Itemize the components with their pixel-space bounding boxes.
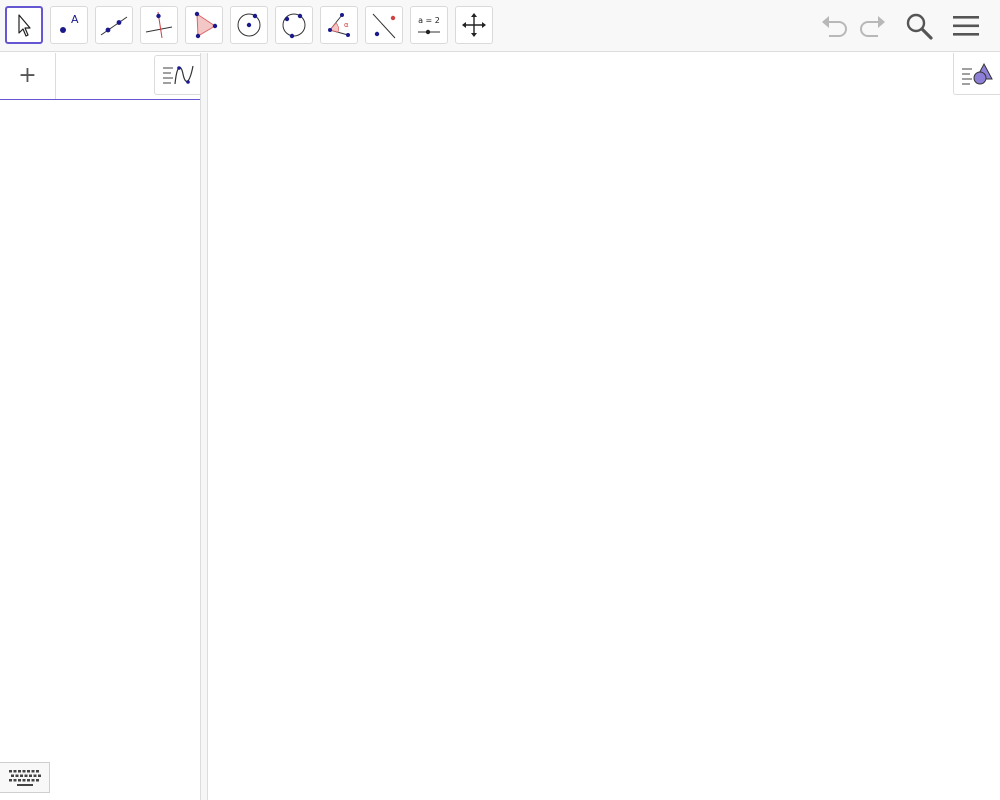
polygon-icon xyxy=(194,11,218,39)
circle-with-center-icon xyxy=(237,13,261,37)
perpendicular-line-tool-button[interactable] xyxy=(140,6,178,44)
plus-icon: + xyxy=(18,63,37,88)
reflect-about-line-tool-button[interactable] xyxy=(365,6,403,44)
reflect-about-line-icon xyxy=(372,13,396,39)
circle-center-point-tool-button[interactable] xyxy=(230,6,268,44)
point-tool-button[interactable]: A xyxy=(50,6,88,44)
slider-tool-label: a = 2 xyxy=(418,16,440,25)
angle-icon: α xyxy=(328,13,350,37)
main-menu-button[interactable] xyxy=(948,8,984,44)
svg-text:α: α xyxy=(344,21,349,29)
line-tool-button[interactable] xyxy=(95,6,133,44)
search-icon xyxy=(906,13,933,40)
circle-three-points-icon xyxy=(282,13,306,39)
polygon-tool-button[interactable] xyxy=(185,6,223,44)
slider-tool-button[interactable]: a = 2 xyxy=(410,6,448,44)
graphics-view[interactable] xyxy=(208,53,1000,800)
angle-tool-button[interactable]: α xyxy=(320,6,358,44)
redo-icon xyxy=(860,16,885,37)
toolbar: A α a = 2 xyxy=(0,0,1000,52)
arrow-cursor-icon xyxy=(18,14,31,37)
slider-icon: a = 2 xyxy=(418,16,440,35)
hamburger-menu-icon xyxy=(953,16,979,36)
keyboard-icon xyxy=(8,769,41,786)
view-splitter[interactable] xyxy=(200,53,208,800)
move-tool-button[interactable] xyxy=(5,6,43,44)
virtual-keyboard-button[interactable] xyxy=(0,762,50,793)
add-input-button[interactable]: + xyxy=(0,53,56,99)
algebra-input-row[interactable]: + xyxy=(0,53,200,100)
line-icon xyxy=(100,16,128,36)
search-button[interactable] xyxy=(901,8,937,44)
undo-icon xyxy=(822,16,847,37)
algebra-view: + xyxy=(0,53,200,800)
algebra-style-button[interactable] xyxy=(154,55,200,95)
circle-three-points-tool-button[interactable] xyxy=(275,6,313,44)
point-icon: A xyxy=(60,13,79,33)
redo-button[interactable] xyxy=(854,8,890,44)
algebra-style-icon xyxy=(162,65,194,85)
move-arrows-icon xyxy=(462,13,486,37)
graphics-style-icon xyxy=(962,62,993,85)
move-graphics-view-tool-button[interactable] xyxy=(455,6,493,44)
perpendicular-line-icon xyxy=(145,11,173,39)
graphics-style-button[interactable] xyxy=(953,53,1000,95)
point-tool-label: A xyxy=(71,13,79,26)
undo-button[interactable] xyxy=(817,8,853,44)
